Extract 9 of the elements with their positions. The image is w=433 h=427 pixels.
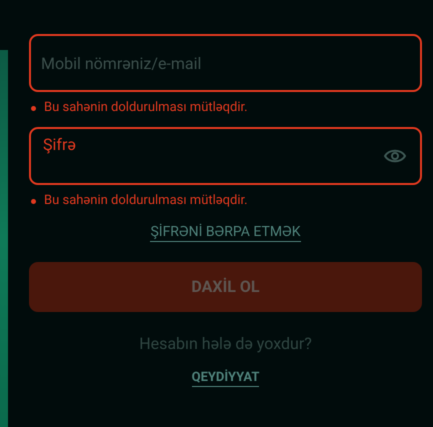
signup-link[interactable]: QEYDİYYAT (192, 369, 260, 387)
error-message: Bu sahənin doldurulması mütləqdir. (44, 99, 248, 118)
forgot-password-link[interactable]: ŞİFRƏNİ BƏRPA ETMƏK (150, 223, 301, 242)
signup-prompt: Hesabın hələ də yoxdur? (139, 333, 312, 355)
eye-icon[interactable] (384, 148, 406, 164)
login-field[interactable]: Mobil nömrəniz/e-mail (29, 34, 422, 92)
password-field[interactable]: Şifrə (29, 127, 422, 185)
error-message: Bu sahənin doldurulması mütləqdir. (44, 192, 248, 210)
field-label: Şifrə (43, 134, 76, 156)
